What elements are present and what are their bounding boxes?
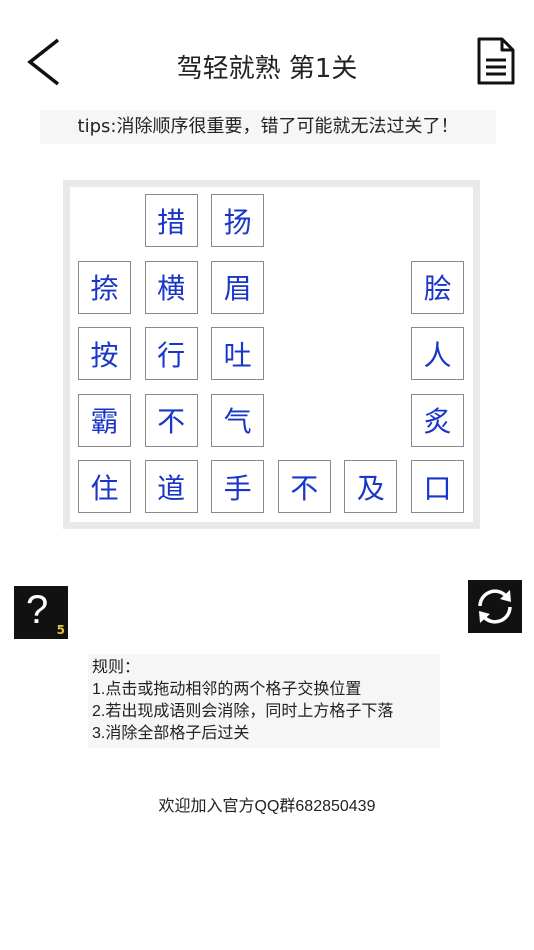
- tile[interactable]: 口: [411, 460, 464, 514]
- rules-heading: 规则：: [92, 659, 141, 676]
- tile[interactable]: 不: [277, 460, 331, 514]
- rules-panel: 规则： 1.点击或拖动相邻的两个格子交换位置 2.若出现成语则会消除，同时上方格…: [88, 654, 440, 748]
- tile[interactable]: 吐: [211, 327, 265, 381]
- tile[interactable]: 按: [78, 327, 131, 381]
- hint-button[interactable]: ? 5: [14, 586, 68, 639]
- game-board: 措扬捺横眉脍按行吐人霸不气炙住道手不及口: [63, 180, 480, 529]
- tile[interactable]: 气: [211, 393, 265, 447]
- board-grid: 措扬捺横眉脍按行吐人霸不气炙住道手不及口: [70, 187, 473, 522]
- rules-line-2: 2.若出现成语则会消除，同时上方格子下落: [92, 703, 394, 720]
- tile[interactable]: 脍: [411, 260, 464, 314]
- rules-line-1: 1.点击或拖动相邻的两个格子交换位置: [92, 681, 362, 698]
- document-button[interactable]: [474, 36, 518, 86]
- tile[interactable]: 道: [144, 460, 198, 514]
- question-mark-icon: ?: [26, 588, 49, 632]
- tile[interactable]: 眉: [211, 260, 265, 314]
- tips-text: tips:消除顺序很重要，错了可能就无法过关了！: [40, 110, 496, 144]
- refresh-icon: [478, 589, 512, 624]
- tile[interactable]: 住: [78, 460, 131, 514]
- tile[interactable]: 手: [211, 460, 265, 514]
- page-title: 驾轻就熟 第1关: [176, 54, 358, 84]
- tile[interactable]: 不: [144, 393, 198, 447]
- refresh-button[interactable]: [468, 580, 522, 633]
- tile[interactable]: 霸: [78, 393, 131, 447]
- tile[interactable]: 扬: [211, 194, 265, 247]
- rules-line-3: 3.消除全部格子后过关: [92, 725, 250, 742]
- document-icon: [477, 37, 515, 85]
- tile[interactable]: 炙: [411, 393, 464, 447]
- footer-qq-group: 欢迎加入官方QQ群682850439: [158, 798, 376, 815]
- tile[interactable]: 捺: [78, 260, 131, 314]
- tile[interactable]: 及: [344, 460, 398, 514]
- hint-count-badge: 5: [56, 623, 65, 637]
- tile[interactable]: 行: [144, 327, 198, 381]
- tile[interactable]: 横: [144, 260, 198, 314]
- tile[interactable]: 措: [144, 194, 198, 247]
- tile[interactable]: 人: [411, 327, 464, 381]
